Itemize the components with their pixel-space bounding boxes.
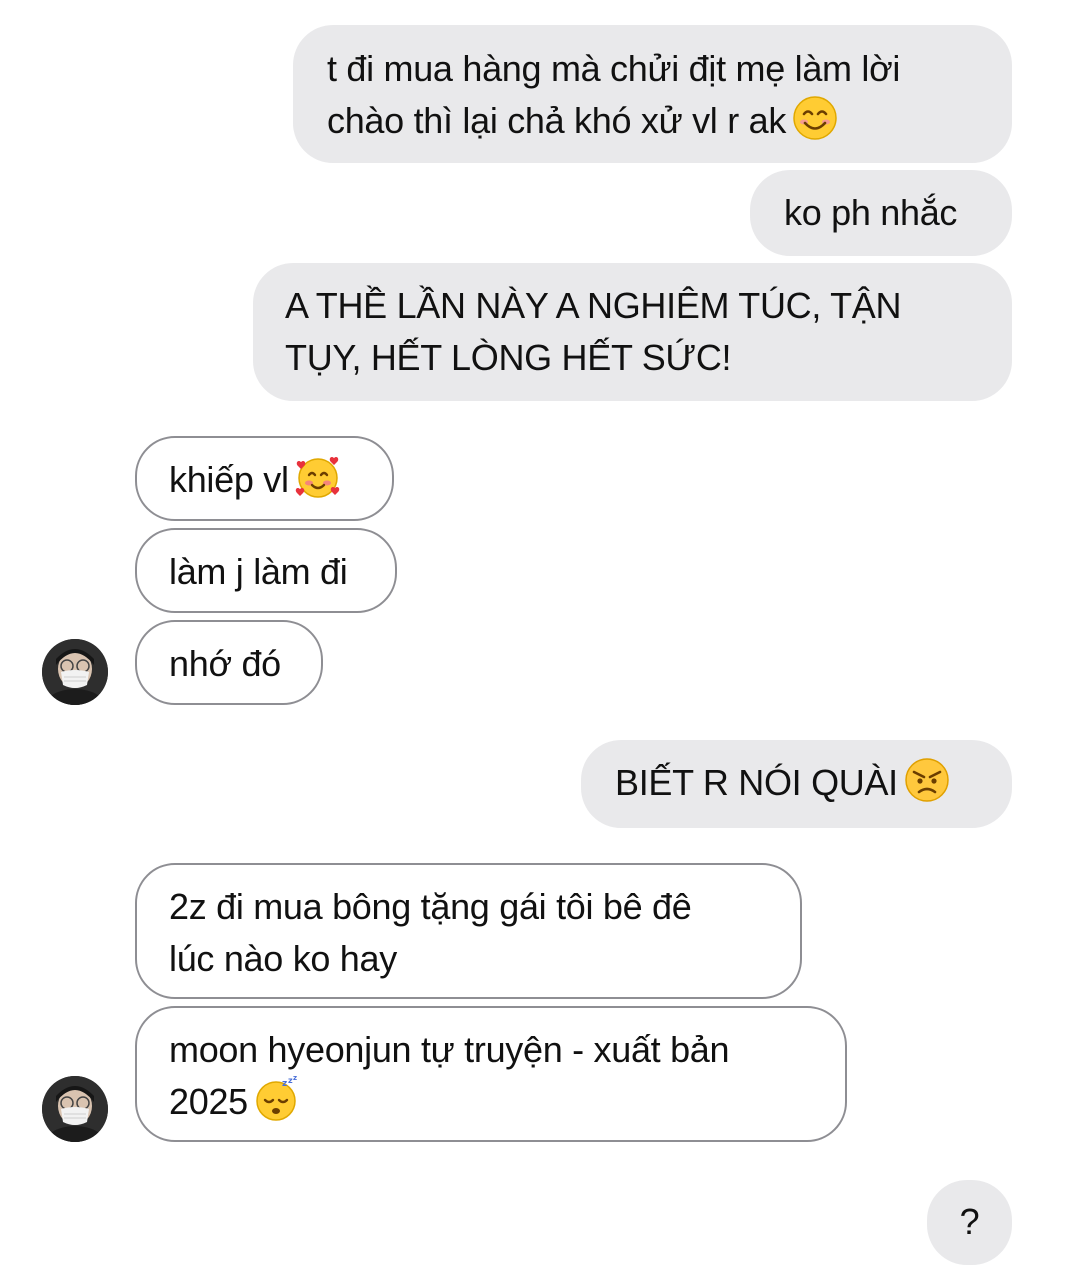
contact-avatar[interactable] — [42, 1076, 108, 1142]
message-text-line: t đi mua hàng mà chửi địt mẹ làm lời — [327, 48, 901, 89]
message-text: khiếp vl — [169, 459, 289, 500]
outgoing-message-bubble[interactable]: t đi mua hàng mà chửi địt mẹ làm lời chà… — [293, 25, 1012, 163]
message-text: nhớ đó — [169, 643, 281, 684]
message-text-line: 2z đi mua bông tặng gái tôi bê đê — [169, 886, 692, 927]
outgoing-message-bubble[interactable]: ko ph nhắc — [750, 170, 1012, 256]
sleeping-face-emoji-icon: zzz — [254, 1076, 300, 1122]
message-text-line: A THỀ LẦN NÀY A NGHIÊM TÚC, TẬN — [285, 285, 902, 326]
incoming-message-bubble[interactable]: làm j làm đi — [135, 528, 397, 613]
incoming-message-bubble[interactable]: nhớ đó — [135, 620, 323, 705]
incoming-message-bubble[interactable]: 2z đi mua bông tặng gái tôi bê đê lúc nà… — [135, 863, 802, 999]
message-text: ko ph nhắc — [784, 192, 958, 233]
smiling-face-emoji-icon — [792, 95, 838, 141]
smiling-face-with-hearts-emoji-icon — [295, 454, 341, 500]
incoming-message-bubble[interactable]: moon hyeonjun tự truyện - xuất bản 2025 z… — [135, 1006, 847, 1142]
message-text-line: TỤY, HẾT LÒNG HẾT SỨC! — [285, 337, 732, 378]
outgoing-message-bubble[interactable]: A THỀ LẦN NÀY A NGHIÊM TÚC, TẬN TỤY, HẾT… — [253, 263, 1012, 401]
svg-text:z: z — [282, 1079, 287, 1089]
message-text: làm j làm đi — [169, 551, 348, 592]
incoming-message-bubble[interactable]: khiếp vl — [135, 436, 394, 521]
message-text: ? — [959, 1201, 980, 1242]
message-text-line: lúc nào ko hay — [169, 938, 397, 979]
outgoing-message-bubble[interactable]: ? — [927, 1180, 1012, 1265]
message-text-line: chào thì lại chả khó xử vl r ak — [327, 95, 978, 147]
outgoing-message-bubble[interactable]: BIẾT R NÓI QUÀI — [581, 740, 1012, 828]
svg-text:z: z — [293, 1076, 297, 1082]
message-text-line: 2025 z z z — [169, 1076, 813, 1128]
message-text-line: moon hyeonjun tự truyện - xuất bản — [169, 1029, 730, 1070]
message-text: BIẾT R NÓI QUÀI — [615, 762, 898, 803]
contact-avatar[interactable] — [42, 639, 108, 705]
angry-face-emoji-icon — [904, 757, 950, 803]
